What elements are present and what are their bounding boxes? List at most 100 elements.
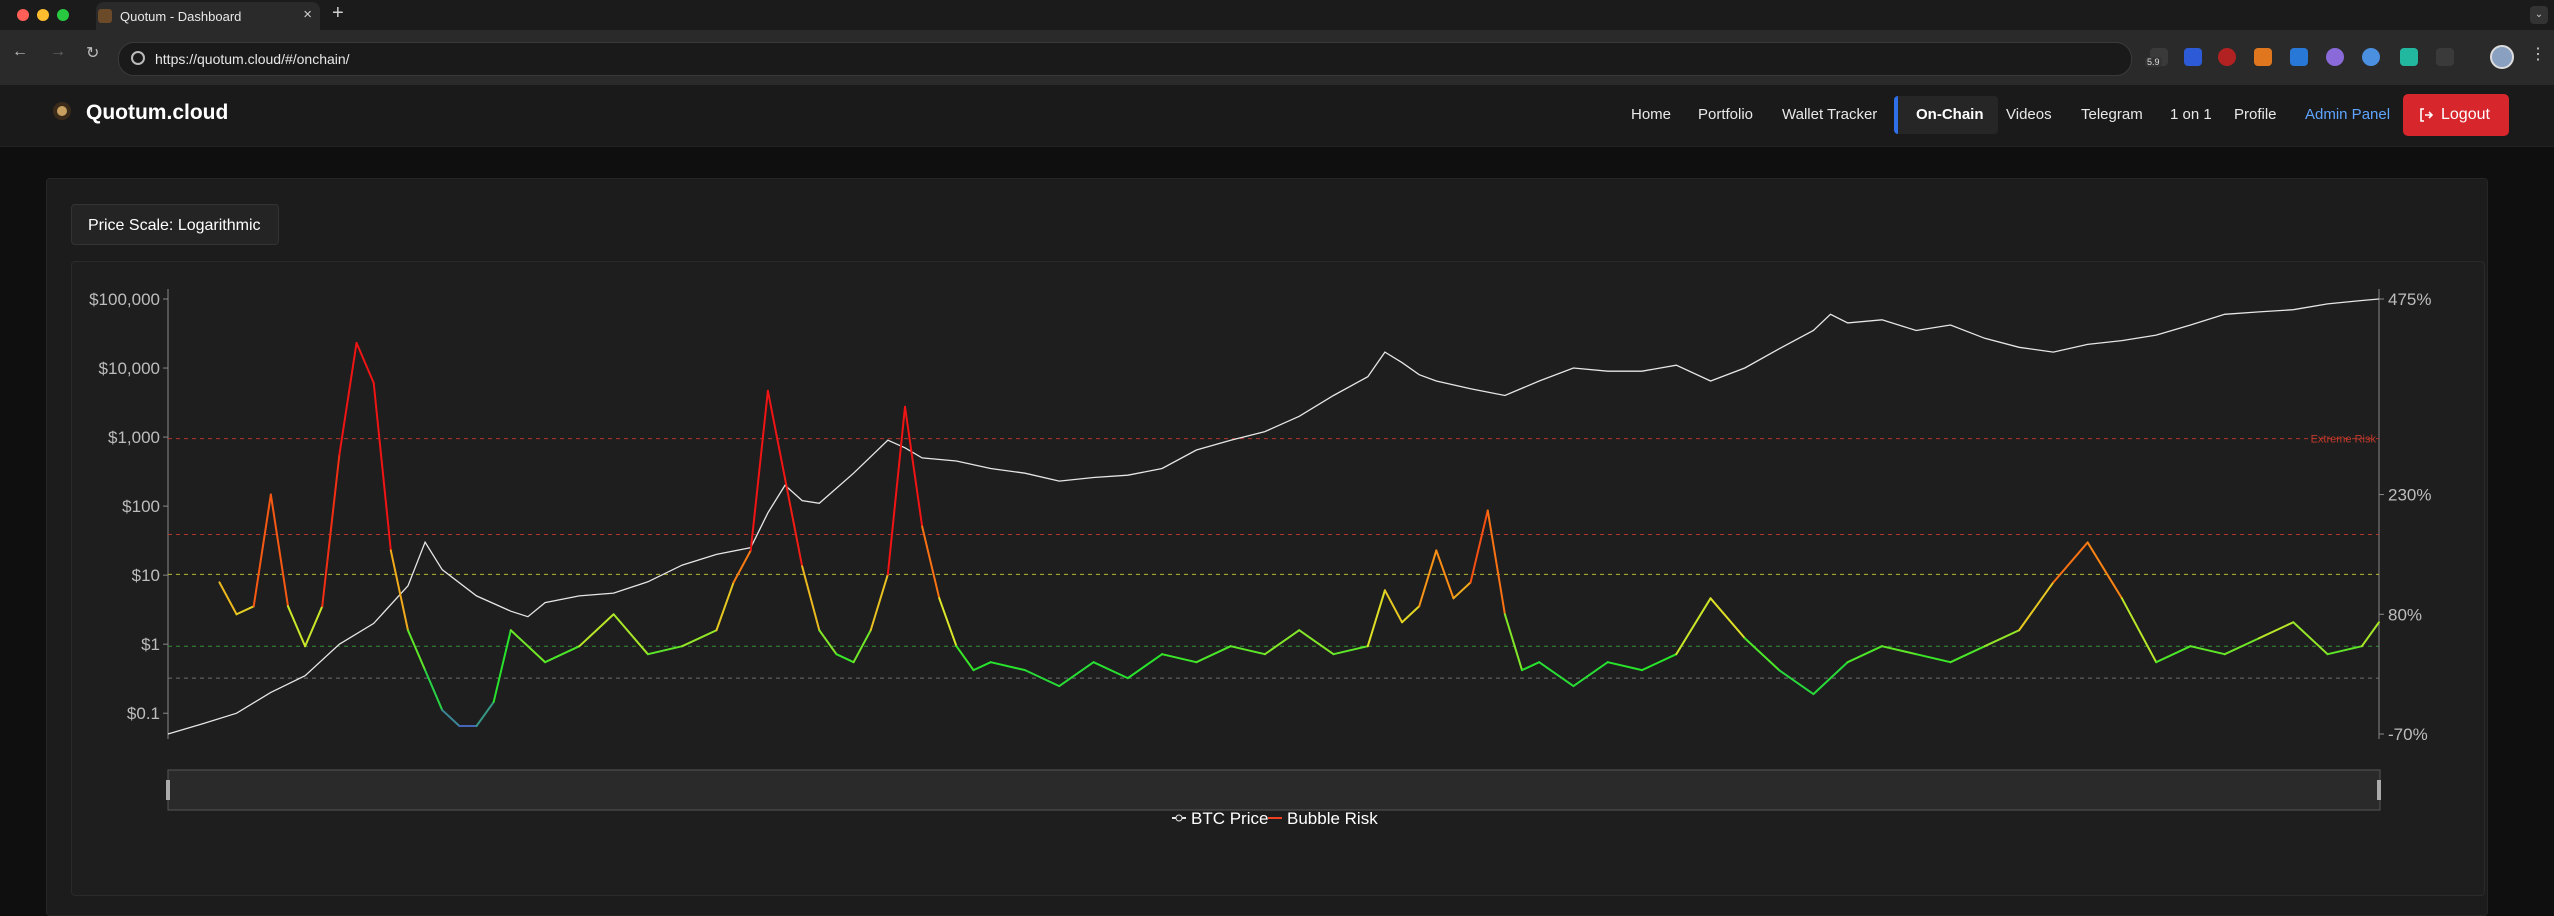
window-minimize-button[interactable]	[37, 9, 49, 21]
bubble-risk-segment	[1452, 581, 1472, 600]
bubble-risk-segment	[1263, 629, 1301, 656]
logout-icon	[2420, 108, 2433, 122]
tab-search-icon[interactable]: ⌄	[2530, 6, 2548, 24]
bubble-risk-segment	[1366, 589, 1386, 648]
bubble-risk-segment	[321, 453, 341, 608]
right-tick-label: 475%	[2388, 290, 2431, 309]
bubble-risk-segment	[2018, 581, 2055, 632]
logout-button[interactable]: Logout	[2403, 94, 2509, 136]
bubble-risk-segment	[1641, 653, 1678, 672]
bubble-risk-segment	[1195, 645, 1232, 664]
bubble-risk-segment	[2052, 541, 2089, 584]
bubble-risk-segment	[2326, 645, 2363, 656]
bubble-risk-segment	[835, 653, 855, 664]
extension-5-icon[interactable]	[2290, 48, 2308, 66]
bubble-risk-segment	[578, 613, 615, 648]
bubble-risk-segment	[1418, 549, 1438, 608]
bubble-risk-segment	[1915, 653, 1952, 664]
extension-6-icon[interactable]	[2326, 48, 2344, 66]
extension-4-icon[interactable]	[2254, 48, 2272, 66]
bubble-risk-segment	[544, 645, 581, 664]
nav-on-chain[interactable]: On-Chain	[1894, 96, 1998, 134]
nav-videos[interactable]: Videos	[2006, 106, 2052, 123]
bubble-risk-segment	[1023, 669, 1061, 688]
profile-avatar[interactable]	[2490, 45, 2514, 69]
window-zoom-button[interactable]	[57, 9, 69, 21]
address-url: https://quotum.cloud/#/onchain/	[155, 51, 350, 67]
bubble-risk-segment	[972, 661, 992, 672]
bubble-risk-segment	[1846, 645, 1883, 664]
bubble-risk-segment	[1401, 605, 1421, 624]
nav-telegram[interactable]: Telegram	[2081, 106, 2143, 123]
bubble-risk-segment	[355, 341, 375, 384]
window-close-button[interactable]	[17, 9, 29, 21]
zoom-handle-right	[2377, 780, 2381, 800]
nav-admin-panel[interactable]: Admin Panel	[2305, 106, 2390, 123]
bubble-risk-segment	[235, 605, 255, 616]
chart-container: $100,000 $10,000 $1,000 $100 $10 $1 $0.1 475% 23…	[71, 261, 2485, 896]
bubble-risk-segment	[2086, 541, 2123, 600]
bubble-risk-segment	[612, 613, 649, 656]
nav-wallet-tracker[interactable]: Wallet Tracker	[1782, 106, 1877, 123]
right-tick-label: 80%	[2388, 605, 2422, 624]
btc-price-line	[167, 298, 2380, 735]
legend-btc-price: BTC Price	[1191, 809, 1268, 828]
bubble-risk-segment	[1949, 645, 1986, 664]
bubble-risk-segment	[218, 581, 238, 616]
extension-7-icon[interactable]	[2362, 48, 2380, 66]
left-tick-label: $0.1	[127, 704, 160, 723]
bubble-risk-segment	[1092, 661, 1129, 680]
tab-close-icon[interactable]: ×	[303, 6, 312, 23]
nav-portfolio[interactable]: Portfolio	[1698, 106, 1753, 123]
bubble-risk-segment	[475, 701, 495, 728]
bubble-risk-segment	[784, 477, 804, 568]
left-tick-label: $100,000	[89, 290, 160, 309]
bubble-risk-segment	[389, 549, 409, 632]
bubble-risk-segment	[2189, 645, 2226, 656]
browser-menu-icon[interactable]: ⋮	[2530, 44, 2546, 64]
price-scale-toggle[interactable]: Price Scale: Logarithmic	[71, 204, 279, 245]
site-info-icon[interactable]	[131, 51, 145, 65]
zoom-handle-left	[166, 780, 170, 800]
bubble-risk-segment	[921, 525, 941, 600]
browser-tab-bar: Quotum - Dashboard × + ⌄	[0, 0, 2554, 30]
reload-icon[interactable]: ↻	[86, 43, 99, 63]
bubble-risk-segment	[732, 549, 752, 584]
extension-3-icon[interactable]	[2218, 48, 2236, 66]
bubble-risk-segment	[1778, 669, 1815, 696]
nav-profile[interactable]: Profile	[2234, 106, 2277, 123]
bubble-risk-segment	[766, 389, 787, 480]
bubble-risk-segment	[406, 629, 427, 672]
bubble-risk-segment	[1572, 661, 1609, 688]
bubble-risk-segment	[749, 389, 769, 552]
extension-2-icon[interactable]	[2184, 48, 2202, 66]
bubble-risk-segment	[2120, 597, 2158, 664]
forward-icon[interactable]: →	[50, 43, 66, 61]
site-favicon-icon	[98, 9, 112, 23]
back-icon[interactable]: ←	[12, 43, 28, 61]
new-tab-icon[interactable]: +	[332, 2, 344, 25]
bubble-risk-segment	[424, 669, 444, 712]
bubble-risk-segment	[1521, 661, 1541, 672]
bubble-risk-segment	[252, 493, 272, 608]
bubble-risk-segment	[801, 565, 821, 632]
bubble-risk-segment	[715, 581, 735, 632]
address-bar[interactable]: https://quotum.cloud/#/onchain/	[118, 42, 2132, 76]
bubble-risk-segment	[1298, 629, 1335, 656]
extensions-puzzle-icon[interactable]	[2436, 48, 2454, 66]
bubble-risk-segment	[441, 709, 461, 728]
nav-1-on-1[interactable]: 1 on 1	[2170, 106, 2212, 123]
bubble-risk-segment	[372, 381, 392, 552]
legend-btc-marker	[1175, 814, 1183, 822]
bubble-risk-segment	[2360, 621, 2380, 648]
brand-name: Quotum.cloud	[86, 101, 229, 124]
logout-label: Logout	[2441, 106, 2490, 123]
bubble-risk-segment	[681, 629, 718, 648]
nav-home[interactable]: Home	[1631, 106, 1671, 123]
extension-8-icon[interactable]	[2400, 48, 2418, 66]
bubble-risk-segment	[1503, 613, 1524, 672]
browser-toolbar: ← → ↻ https://quotum.cloud/#/onchain/ 5.…	[0, 30, 2554, 85]
browser-tab[interactable]: Quotum - Dashboard ×	[96, 2, 320, 30]
bubble-risk-segment	[1058, 661, 1095, 688]
bubble-risk-segment	[818, 629, 838, 656]
